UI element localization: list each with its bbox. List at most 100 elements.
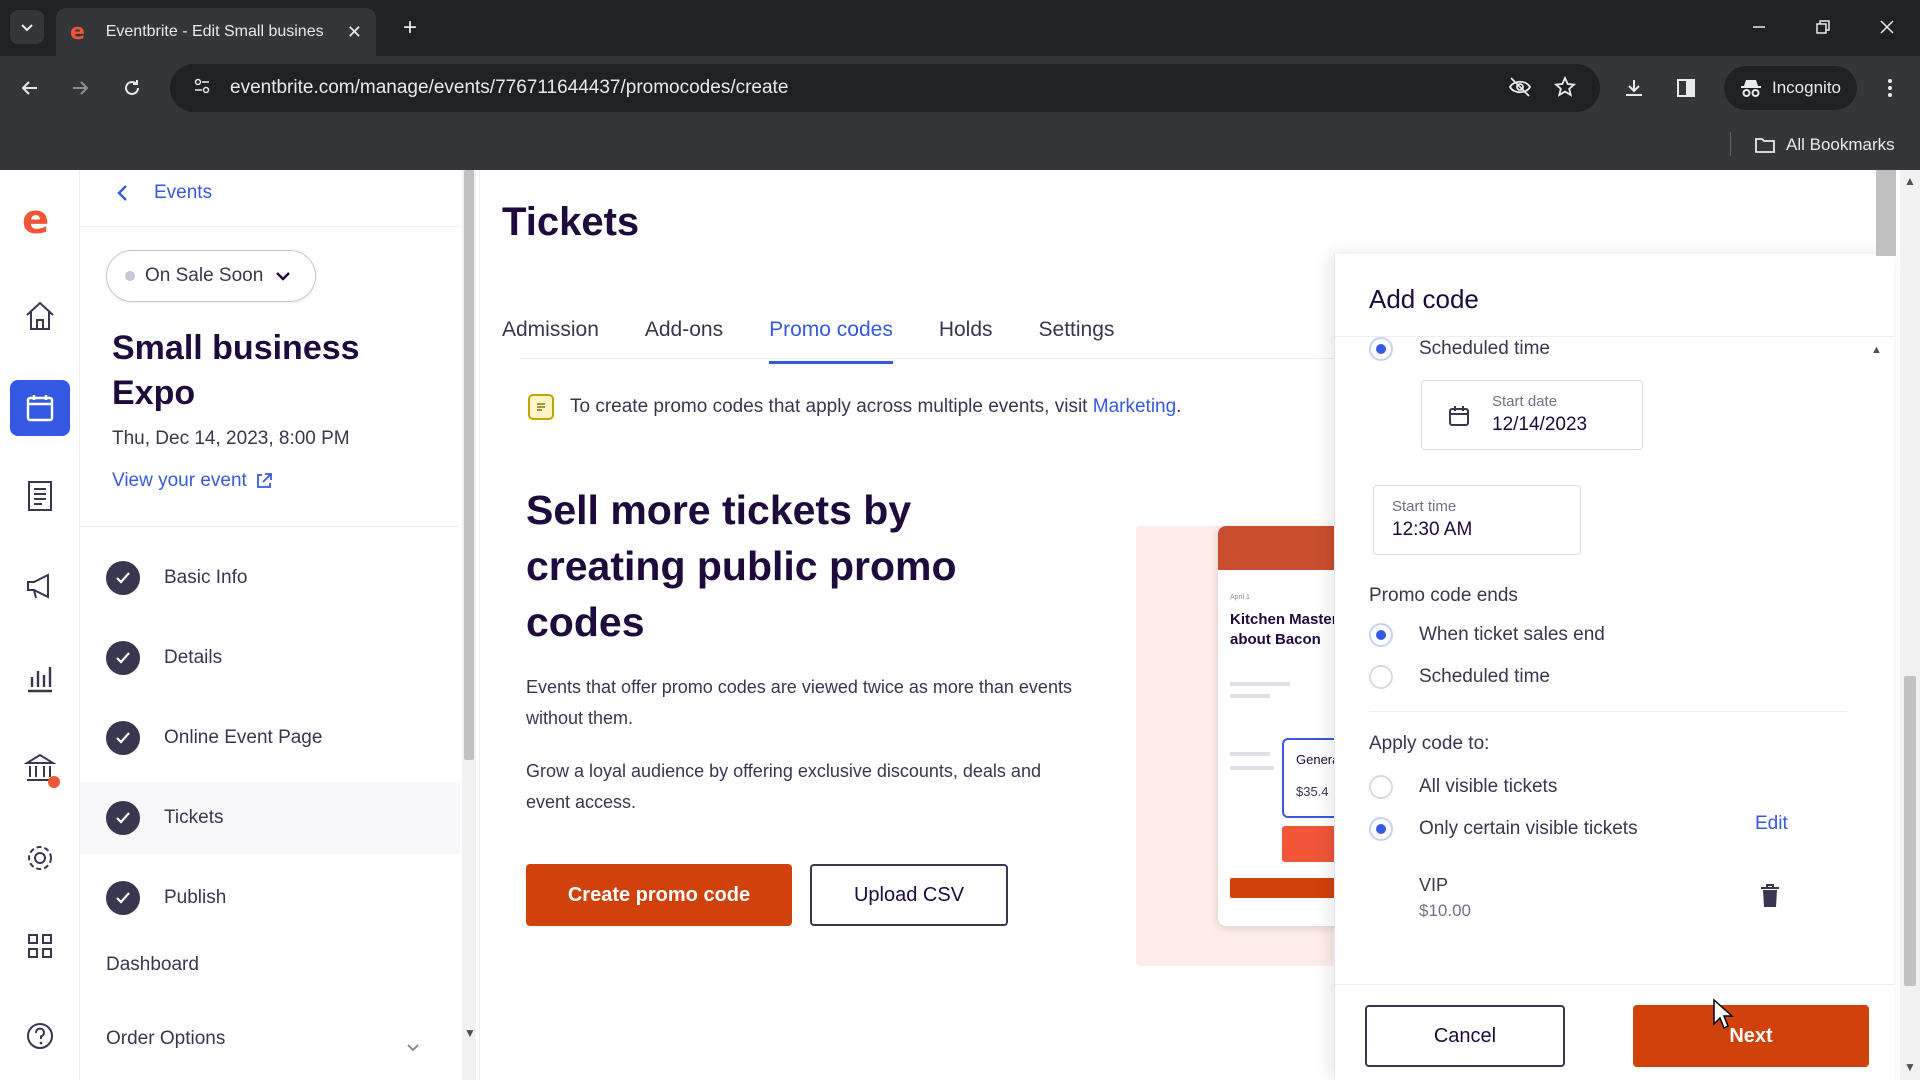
start-date-field[interactable]: Start date 12/14/2023	[1421, 380, 1643, 450]
page-title: Tickets	[502, 200, 640, 244]
notification-dot	[48, 776, 60, 788]
browser-chrome: e Eventbrite - Edit Small busines ✕ + ev…	[0, 0, 1920, 170]
ends-scheduled-label: Scheduled time	[1419, 666, 1550, 687]
illustration-date: April 1	[1230, 594, 1250, 601]
ends-when-sales-end-label: When ticket sales end	[1419, 624, 1605, 645]
close-tab-icon[interactable]: ✕	[347, 22, 362, 43]
page-scroll-thumb[interactable]	[1904, 676, 1916, 986]
step-label: Publish	[164, 887, 227, 908]
trash-icon[interactable]	[1759, 883, 1783, 911]
eventbrite-logo[interactable]: e	[22, 200, 58, 240]
edit-tickets-link[interactable]: Edit	[1755, 813, 1788, 835]
notice-text: To create promo codes that apply across …	[570, 396, 1088, 417]
order-options-link[interactable]: Order Options	[106, 1028, 225, 1050]
forward-icon[interactable]	[64, 72, 96, 104]
megaphone-icon[interactable]	[16, 562, 64, 610]
bookmarks-divider	[1730, 132, 1731, 156]
chevron-down-icon[interactable]	[406, 1040, 420, 1058]
page-scroll-down-arrow[interactable]: ▼	[1904, 1060, 1916, 1074]
view-event-link[interactable]: View your event	[112, 470, 273, 492]
step-label: Details	[164, 647, 223, 668]
eye-off-icon[interactable]	[1508, 76, 1532, 104]
create-promo-code-button[interactable]: Create promo code	[526, 864, 792, 926]
step-details[interactable]: Details	[106, 622, 456, 694]
home-icon[interactable]	[16, 292, 64, 340]
star-icon[interactable]	[1553, 75, 1577, 104]
step-publish[interactable]: Publish	[106, 862, 456, 934]
address-bar[interactable]: eventbrite.com/manage/events/77671164443…	[170, 64, 1600, 112]
illustration-text-line	[1230, 766, 1274, 770]
calendar-icon	[1449, 406, 1469, 426]
back-to-events-link[interactable]: Events	[116, 178, 212, 208]
promo-description-2: Grow a loyal audience by offering exclus…	[526, 761, 1041, 812]
illustration-ticket-price: $35.4	[1296, 784, 1329, 799]
apply-heading: Apply code to:	[1369, 733, 1490, 754]
ends-heading: Promo code ends	[1369, 585, 1518, 606]
step-tickets[interactable]: Tickets	[80, 782, 460, 854]
chevron-down-icon	[276, 272, 291, 281]
promo-heading: Sell more tickets by creating public pro…	[526, 487, 957, 645]
ends-scheduled-radio[interactable]	[1369, 665, 1393, 689]
apply-certain-radio[interactable]	[1369, 817, 1393, 841]
reload-icon[interactable]	[116, 72, 148, 104]
incognito-icon	[1741, 80, 1761, 97]
event-title: Small business Expo	[112, 329, 360, 412]
start-time-field[interactable]: Start time 12:30 AM	[1373, 485, 1581, 555]
tab-add-ons[interactable]: Add-ons	[645, 308, 723, 364]
close-window-icon[interactable]	[1872, 12, 1902, 42]
status-label: On Sale Soon	[145, 265, 264, 286]
mouse-cursor-icon	[1712, 998, 1734, 1030]
settings-icon[interactable]	[16, 834, 64, 882]
tab-dropdown-icon[interactable]	[10, 10, 44, 44]
step-online-event-page[interactable]: Online Event Page	[106, 702, 456, 774]
browser-tab[interactable]: e Eventbrite - Edit Small busines ✕	[56, 8, 376, 56]
download-icon[interactable]	[1618, 72, 1650, 104]
reports-icon[interactable]	[16, 654, 64, 702]
notice-end: .	[1176, 396, 1182, 417]
dashboard-link[interactable]: Dashboard	[106, 954, 199, 976]
sidebar-scroll-thumb[interactable]	[464, 170, 474, 760]
start-time-value: 12:30 AM	[1392, 519, 1473, 540]
view-event-label: View your event	[112, 470, 247, 491]
restore-icon[interactable]	[1808, 12, 1838, 42]
minimize-icon[interactable]	[1744, 12, 1774, 42]
bookmarks-bar: All Bookmarks	[0, 120, 1920, 170]
check-icon	[106, 801, 140, 835]
cancel-button[interactable]: Cancel	[1365, 1005, 1565, 1067]
back-icon[interactable]	[14, 72, 46, 104]
scroll-down-arrow[interactable]: ▼	[464, 1026, 476, 1040]
menu-icon[interactable]	[1874, 72, 1906, 104]
tab-holds[interactable]: Holds	[939, 308, 993, 364]
sidebar-icon[interactable]	[1670, 72, 1702, 104]
all-bookmarks-button[interactable]: All Bookmarks	[1754, 128, 1895, 162]
check-icon	[106, 881, 140, 915]
check-icon	[106, 641, 140, 675]
event-status-dropdown[interactable]: On Sale Soon	[106, 250, 316, 302]
status-dot	[125, 271, 135, 281]
main-scroll-thumb[interactable]	[1876, 170, 1896, 256]
start-scheduled-radio[interactable]	[1369, 337, 1393, 361]
ends-when-sales-end-radio[interactable]	[1369, 623, 1393, 647]
site-settings-icon[interactable]	[182, 77, 222, 100]
finance-icon[interactable]	[16, 744, 64, 792]
start-date-value: 12/14/2023	[1492, 414, 1588, 435]
external-link-icon	[256, 473, 272, 488]
tab-settings[interactable]: Settings	[1039, 308, 1115, 364]
incognito-badge[interactable]: Incognito	[1724, 66, 1857, 110]
tab-bar: e Eventbrite - Edit Small busines ✕ +	[0, 0, 1920, 56]
apps-icon[interactable]	[16, 922, 64, 970]
upload-csv-button[interactable]: Upload CSV	[810, 864, 1008, 926]
orders-icon[interactable]	[16, 472, 64, 520]
marketing-link[interactable]: Marketing	[1093, 396, 1176, 418]
step-basic-info[interactable]: Basic Info	[106, 542, 456, 614]
event-date: Thu, Dec 14, 2023, 8:00 PM	[112, 428, 350, 449]
apply-all-radio[interactable]	[1369, 775, 1393, 799]
calendar-icon[interactable]	[10, 380, 70, 436]
page-scroll-up-arrow[interactable]: ▲	[1904, 174, 1916, 188]
new-tab-button[interactable]: +	[394, 12, 426, 44]
help-icon[interactable]	[16, 1012, 64, 1060]
next-button[interactable]: Next	[1633, 1005, 1869, 1067]
url-text: eventbrite.com/manage/events/77671164443…	[230, 77, 789, 98]
tab-promo-codes[interactable]: Promo codes	[769, 308, 893, 364]
tab-admission[interactable]: Admission	[502, 308, 599, 364]
